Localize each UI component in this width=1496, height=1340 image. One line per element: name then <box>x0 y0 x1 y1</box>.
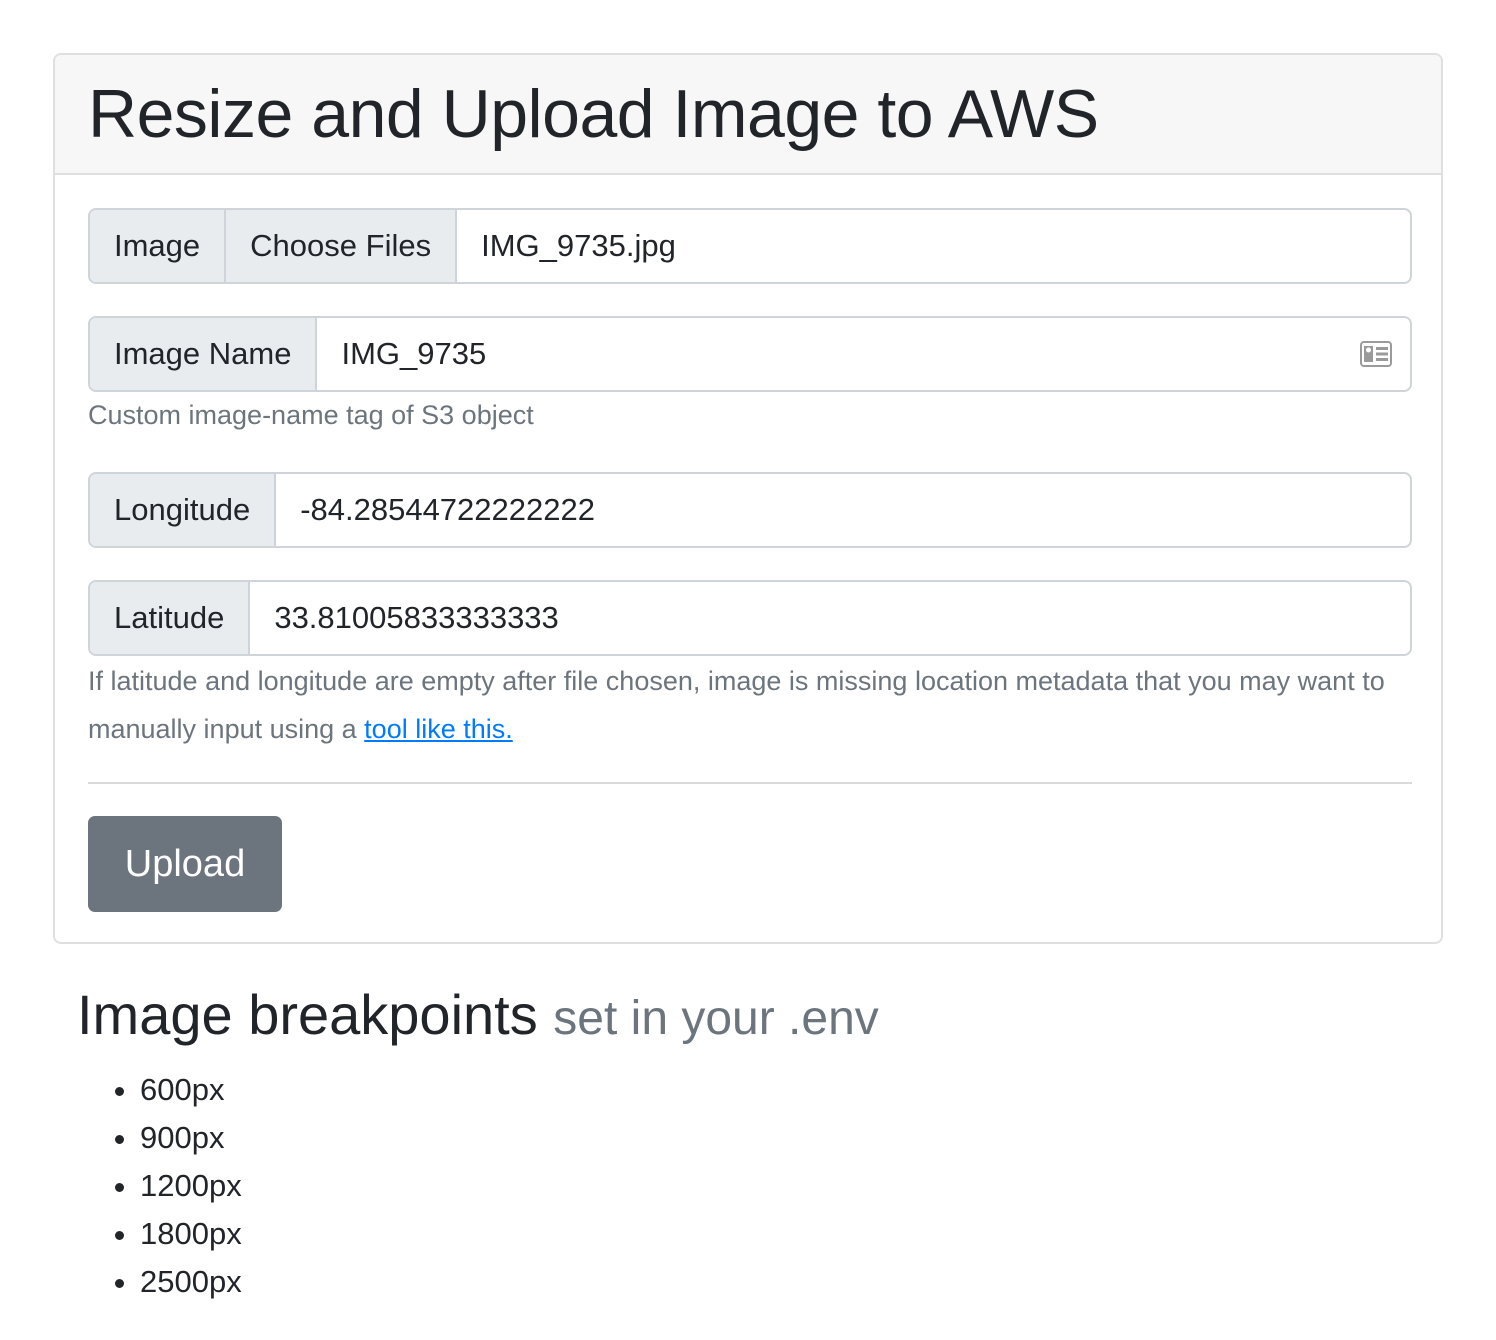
longitude-input[interactable]: -84.28544722222222 <box>276 474 1410 546</box>
image-label: Image <box>90 210 227 282</box>
choose-files-button[interactable]: Choose Files <box>226 210 458 282</box>
image-name-value: IMG_9735 <box>341 336 487 371</box>
list-item: 2500px <box>140 1258 242 1306</box>
page-title: Resize and Upload Image to AWS <box>88 76 1099 152</box>
list-item: 1800px <box>140 1210 242 1258</box>
latitude-input[interactable]: 33.81005833333333 <box>250 582 1410 654</box>
location-tool-link[interactable]: tool like this. <box>364 714 513 744</box>
breakpoints-list: 600px 900px 1200px 1800px 2500px <box>140 1066 242 1306</box>
image-name-input[interactable]: IMG_9735 <box>317 318 1410 390</box>
image-name-group: Image Name IMG_9735 <box>88 316 1412 392</box>
upload-button[interactable]: Upload <box>88 816 282 912</box>
list-item: 1200px <box>140 1162 242 1210</box>
file-name-display[interactable]: IMG_9735.jpg <box>457 210 1410 282</box>
list-item: 900px <box>140 1114 242 1162</box>
longitude-group: Longitude -84.28544722222222 <box>88 472 1412 548</box>
latitude-label: Latitude <box>90 582 251 654</box>
image-file-group: Image Choose Files IMG_9735.jpg <box>88 208 1412 284</box>
breakpoints-subtitle: set in your .env <box>553 992 879 1045</box>
image-name-label: Image Name <box>90 318 318 390</box>
image-name-help: Custom image-name tag of S3 object <box>88 400 534 430</box>
contact-card-icon[interactable] <box>1360 341 1392 367</box>
location-help: If latitude and longitude are empty afte… <box>88 657 1412 753</box>
upload-card: Resize and Upload Image to AWS Image Cho… <box>53 53 1443 944</box>
location-help-text: If latitude and longitude are empty afte… <box>88 666 1385 744</box>
list-item: 600px <box>140 1066 242 1114</box>
card-header: Resize and Upload Image to AWS <box>55 55 1441 175</box>
breakpoints-title: Image breakpoints <box>77 983 538 1046</box>
form-divider <box>88 782 1412 784</box>
longitude-label: Longitude <box>90 474 277 546</box>
latitude-group: Latitude 33.81005833333333 <box>88 580 1412 656</box>
breakpoints-heading: Image breakpoints set in your .env <box>77 982 879 1047</box>
